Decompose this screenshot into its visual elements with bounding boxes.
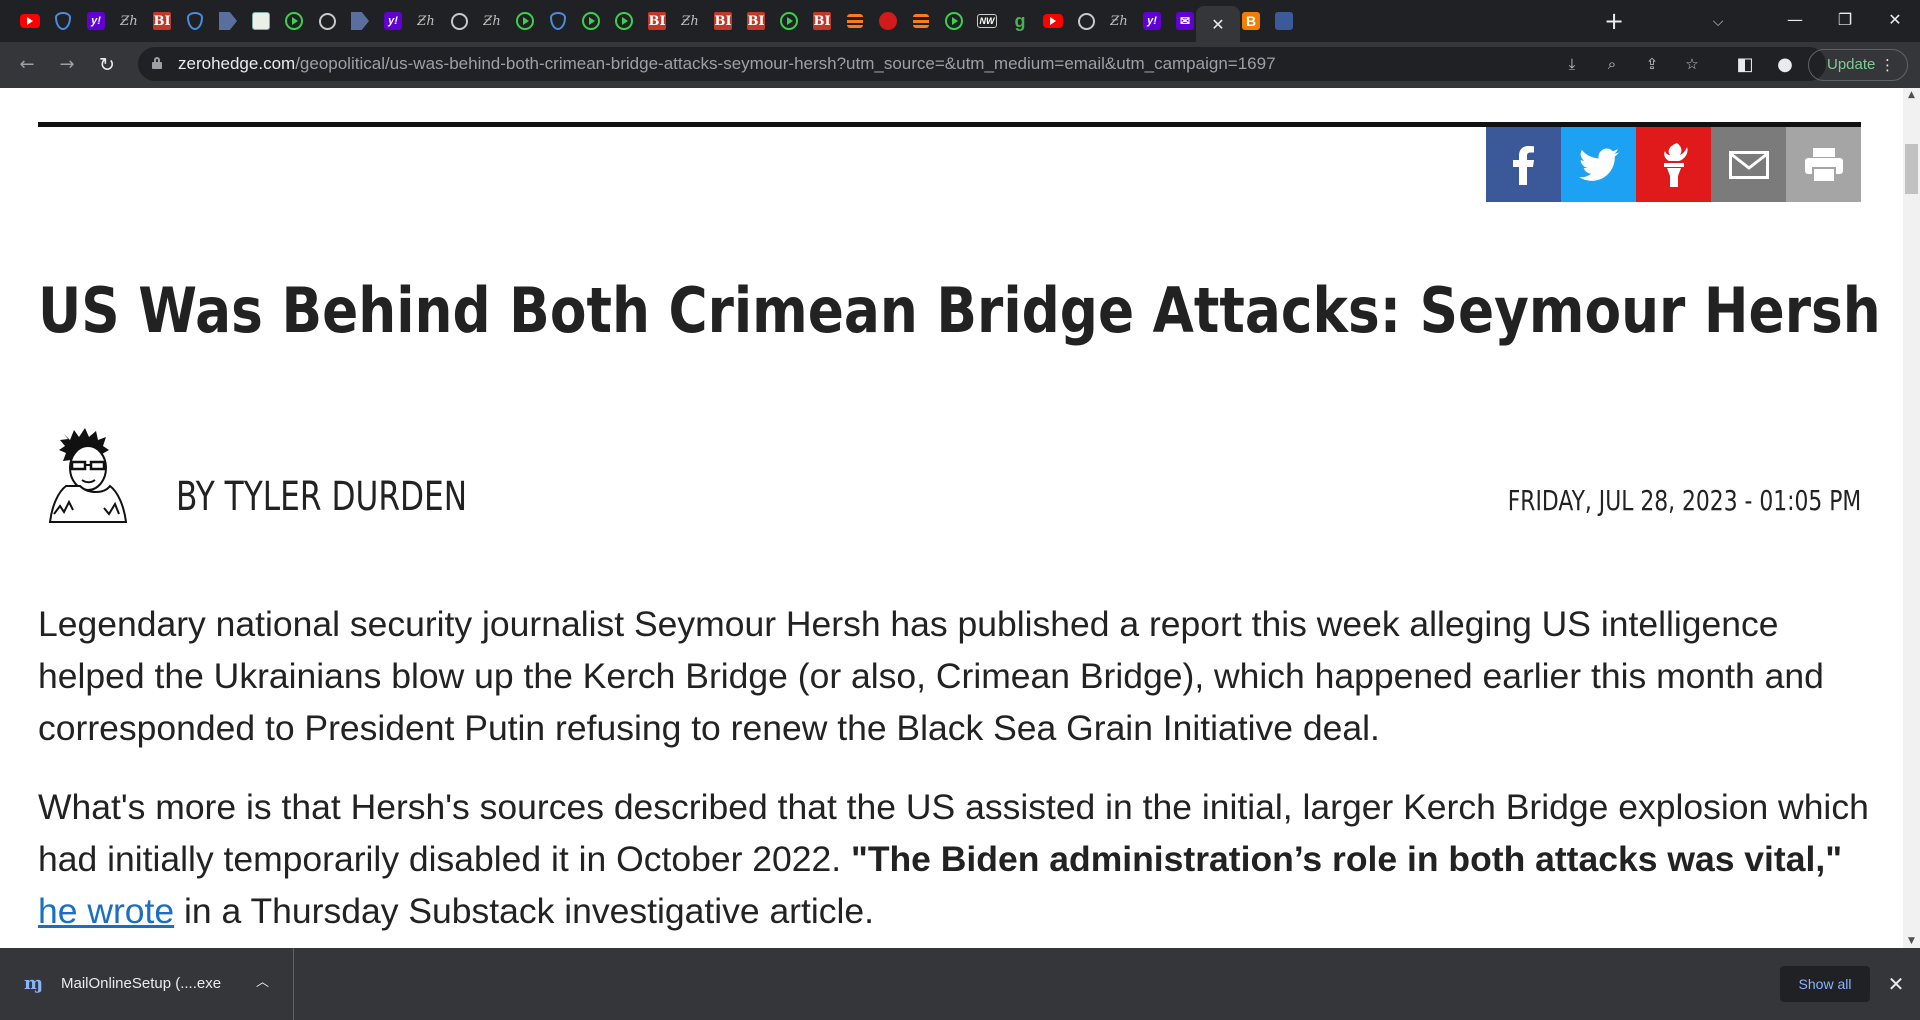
email-share-button[interactable] xyxy=(1711,127,1786,202)
zerohedge-icon: Ƶh xyxy=(483,13,501,29)
youtube-icon xyxy=(1043,14,1063,28)
scroll-thumb[interactable] xyxy=(1905,144,1918,194)
facebook-share-button[interactable] xyxy=(1486,127,1561,202)
yahoo-icon: y! xyxy=(87,12,105,30)
side-panel-icon[interactable]: ◧ xyxy=(1730,50,1760,80)
torch-icon xyxy=(879,12,897,30)
globe-icon xyxy=(1077,12,1095,30)
facebook-icon xyxy=(1512,145,1534,185)
forward-button[interactable]: → xyxy=(52,50,82,80)
biden-quote: "The Biden administration’s role in both… xyxy=(850,839,1843,879)
paragraph-text: in a Thursday Substack investigative art… xyxy=(174,891,874,931)
mailonline-icon: ɱ xyxy=(24,973,44,994)
tab-search-button[interactable]: ⌵ xyxy=(1706,10,1730,34)
back-button[interactable]: ← xyxy=(12,50,42,80)
update-button[interactable]: Update ⋮ xyxy=(1808,49,1908,81)
bars-icon xyxy=(847,14,863,28)
rumble-icon xyxy=(615,12,633,30)
shield-icon xyxy=(550,12,566,30)
yahoo-icon: y! xyxy=(1143,12,1161,30)
zerohedge-icon: Ƶh xyxy=(417,13,435,29)
profile-icon[interactable]: ● xyxy=(1770,50,1800,80)
browser-tab[interactable] xyxy=(1264,6,1304,36)
zerohedge-icon: Ƶh xyxy=(1110,13,1128,29)
business-insider-icon: BI xyxy=(648,12,666,30)
bookmark-star-icon[interactable]: ☆ xyxy=(1680,52,1704,76)
author-byline[interactable]: BY TYLER DURDEN xyxy=(176,474,467,520)
author-avatar[interactable] xyxy=(44,424,132,524)
lock-icon[interactable] xyxy=(152,57,162,69)
globe-icon xyxy=(318,12,336,30)
business-insider-icon: BI xyxy=(153,12,171,30)
url-text[interactable]: zerohedge.com/geopolitical/us-was-behind… xyxy=(178,47,1276,81)
install-app-icon[interactable]: ⤓ xyxy=(1560,52,1584,76)
rumble-icon xyxy=(582,12,600,30)
share-icon[interactable]: ⇪ xyxy=(1640,52,1664,76)
email-icon xyxy=(1728,150,1769,179)
shield-icon xyxy=(187,12,203,30)
rumble-icon xyxy=(516,12,534,30)
page-scrollbar[interactable]: ▲ ▼ xyxy=(1903,88,1920,948)
business-insider-icon: BI xyxy=(714,12,732,30)
lock-icon xyxy=(1275,12,1293,30)
zerohedge-icon: Ƶh xyxy=(120,13,138,29)
rumble-icon xyxy=(780,12,798,30)
grid-icon xyxy=(252,12,270,30)
menu-dots-icon: ⋮ xyxy=(1880,56,1895,74)
yahoo-icon: y! xyxy=(384,12,402,30)
download-item[interactable]: ɱ MailOnlineSetup (....exe ︿ xyxy=(0,948,294,1020)
close-icon[interactable]: ✕ xyxy=(1211,15,1224,34)
rumble-icon xyxy=(945,12,963,30)
g-icon: g xyxy=(1014,11,1026,31)
globe-icon xyxy=(450,12,468,30)
article-body: Legendary national security journalist S… xyxy=(38,598,1878,948)
download-file-name: MailOnlineSetup (....exe xyxy=(61,975,222,992)
zerohedge-torch-icon xyxy=(1663,142,1688,187)
arrow-icon xyxy=(351,12,369,30)
download-shelf: ɱ MailOnlineSetup (....exe ︿ Show all ✕ xyxy=(0,948,1920,1020)
article-paragraph: Legendary national security journalist S… xyxy=(38,604,1824,748)
rumble-icon xyxy=(285,12,303,30)
blogger-icon: B xyxy=(1242,12,1260,30)
zerohedge-icon: Ƶh xyxy=(681,13,699,29)
chevron-up-icon[interactable]: ︿ xyxy=(256,972,269,994)
scroll-up-arrow[interactable]: ▲ xyxy=(1903,88,1920,102)
business-insider-icon: BI xyxy=(747,12,765,30)
browser-toolbar: ← → ↻ zerohedge.com/geopolitical/us-was-… xyxy=(0,42,1920,88)
twitter-share-button[interactable] xyxy=(1561,127,1636,202)
shield-icon xyxy=(55,12,71,30)
he-wrote-link[interactable]: he wrote xyxy=(38,891,174,931)
scroll-down-arrow[interactable]: ▼ xyxy=(1903,934,1920,948)
youtube-icon xyxy=(20,14,40,28)
close-shelf-button[interactable]: ✕ xyxy=(1882,970,1910,998)
arrow-icon xyxy=(219,12,237,30)
new-tab-button[interactable]: + xyxy=(1600,8,1628,36)
restore-button[interactable]: ❐ xyxy=(1820,0,1870,40)
tab-strip: y! Ƶh BI y! Ƶh Ƶh BI Ƶh BI BI BI NW g Ƶh y! ✉ ✕ B + ⌵ — ❐… xyxy=(0,0,1920,42)
print-icon xyxy=(1804,147,1843,183)
zerohedge-share-button[interactable] xyxy=(1636,127,1711,202)
update-label: Update xyxy=(1827,56,1876,73)
publish-date: FRIDAY, JUL 28, 2023 - 01:05 PM xyxy=(1507,484,1861,517)
minimize-button[interactable]: — xyxy=(1770,0,1820,40)
web-page: US Was Behind Both Crimean Bridge Attack… xyxy=(0,88,1903,948)
business-insider-icon: BI xyxy=(813,12,831,30)
bars-icon xyxy=(913,14,929,28)
article-paragraph: What's more is that Hersh's sources desc… xyxy=(38,781,1878,937)
print-button[interactable] xyxy=(1786,127,1861,202)
show-all-button[interactable]: Show all xyxy=(1780,966,1870,1002)
article-headline: US Was Behind Both Crimean Bridge Attack… xyxy=(38,274,1881,347)
close-window-button[interactable]: ✕ xyxy=(1870,0,1920,40)
newsweek-icon: NW xyxy=(977,14,997,28)
twitter-icon xyxy=(1578,148,1619,181)
yahoo-mail-icon: ✉ xyxy=(1176,12,1194,30)
reload-button[interactable]: ↻ xyxy=(92,50,122,80)
zoom-icon[interactable]: ⌕ xyxy=(1600,52,1624,76)
address-bar[interactable]: zerohedge.com/geopolitical/us-was-behind… xyxy=(138,47,1826,81)
